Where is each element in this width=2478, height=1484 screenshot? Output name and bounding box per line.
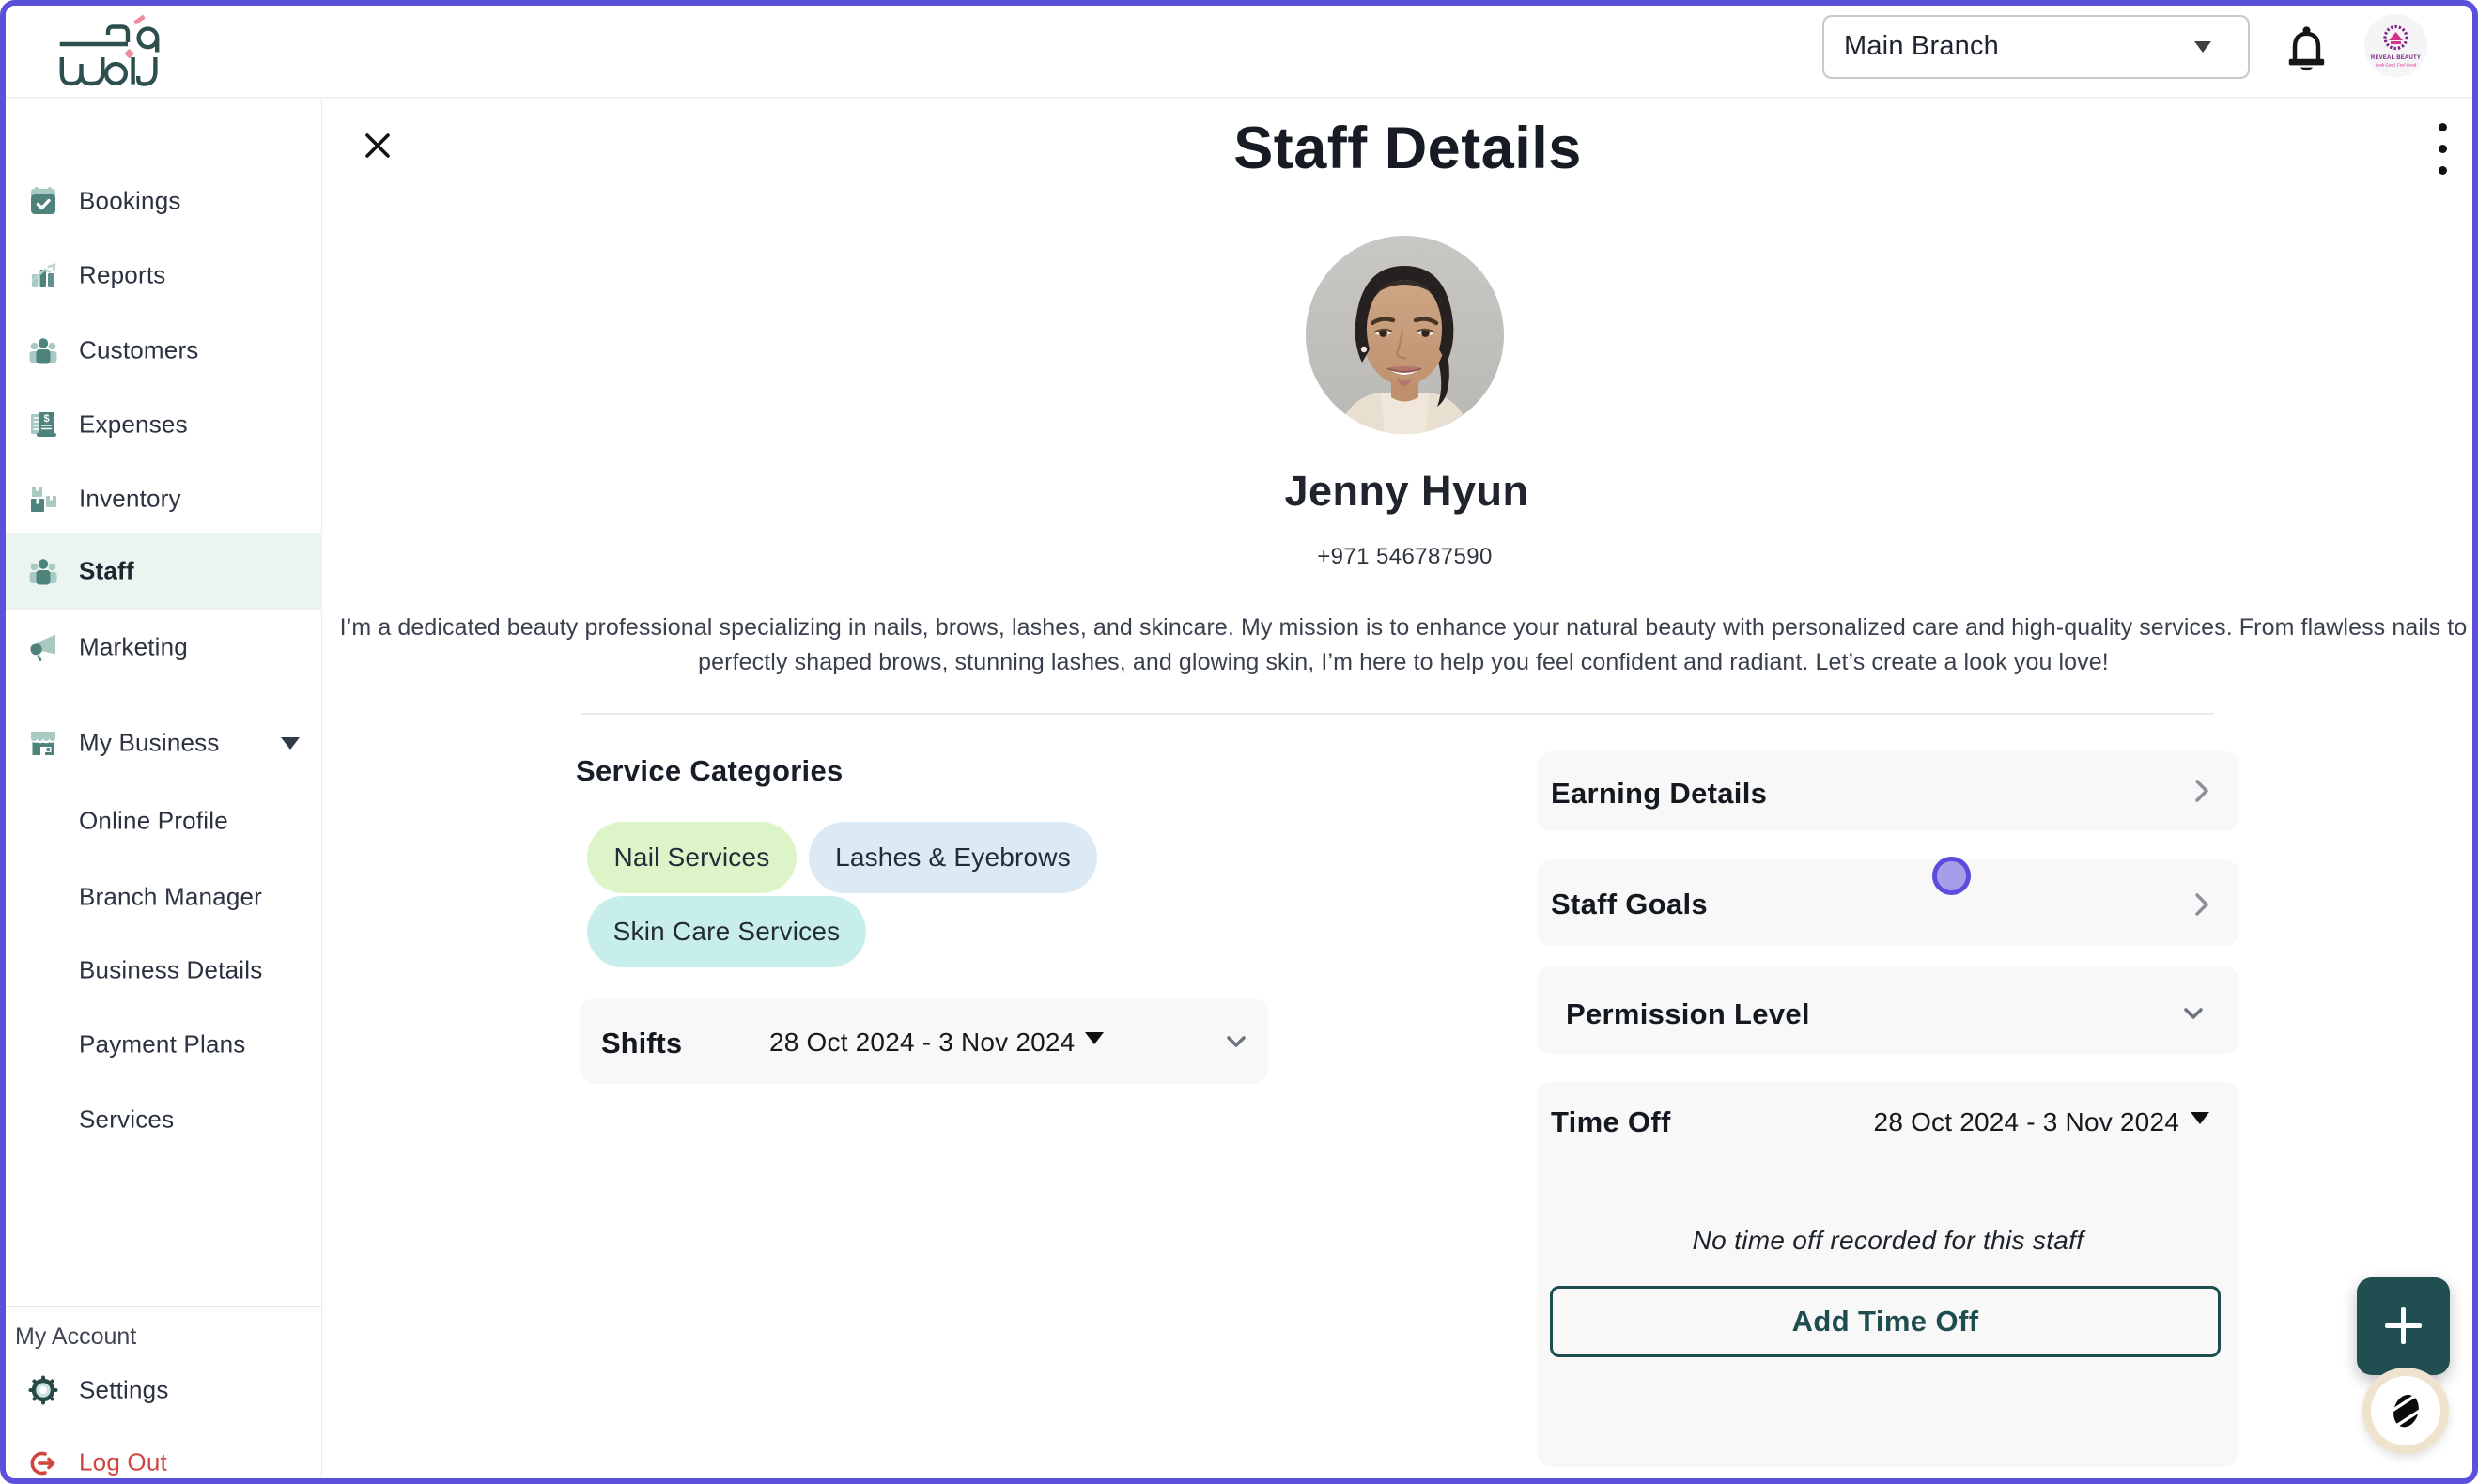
svg-text:Look Good, Feel Good: Look Good, Feel Good (2376, 63, 2417, 68)
svg-text:REVEAL BEAUTY: REVEAL BEAUTY (2371, 55, 2421, 61)
svg-text:$: $ (43, 413, 49, 425)
